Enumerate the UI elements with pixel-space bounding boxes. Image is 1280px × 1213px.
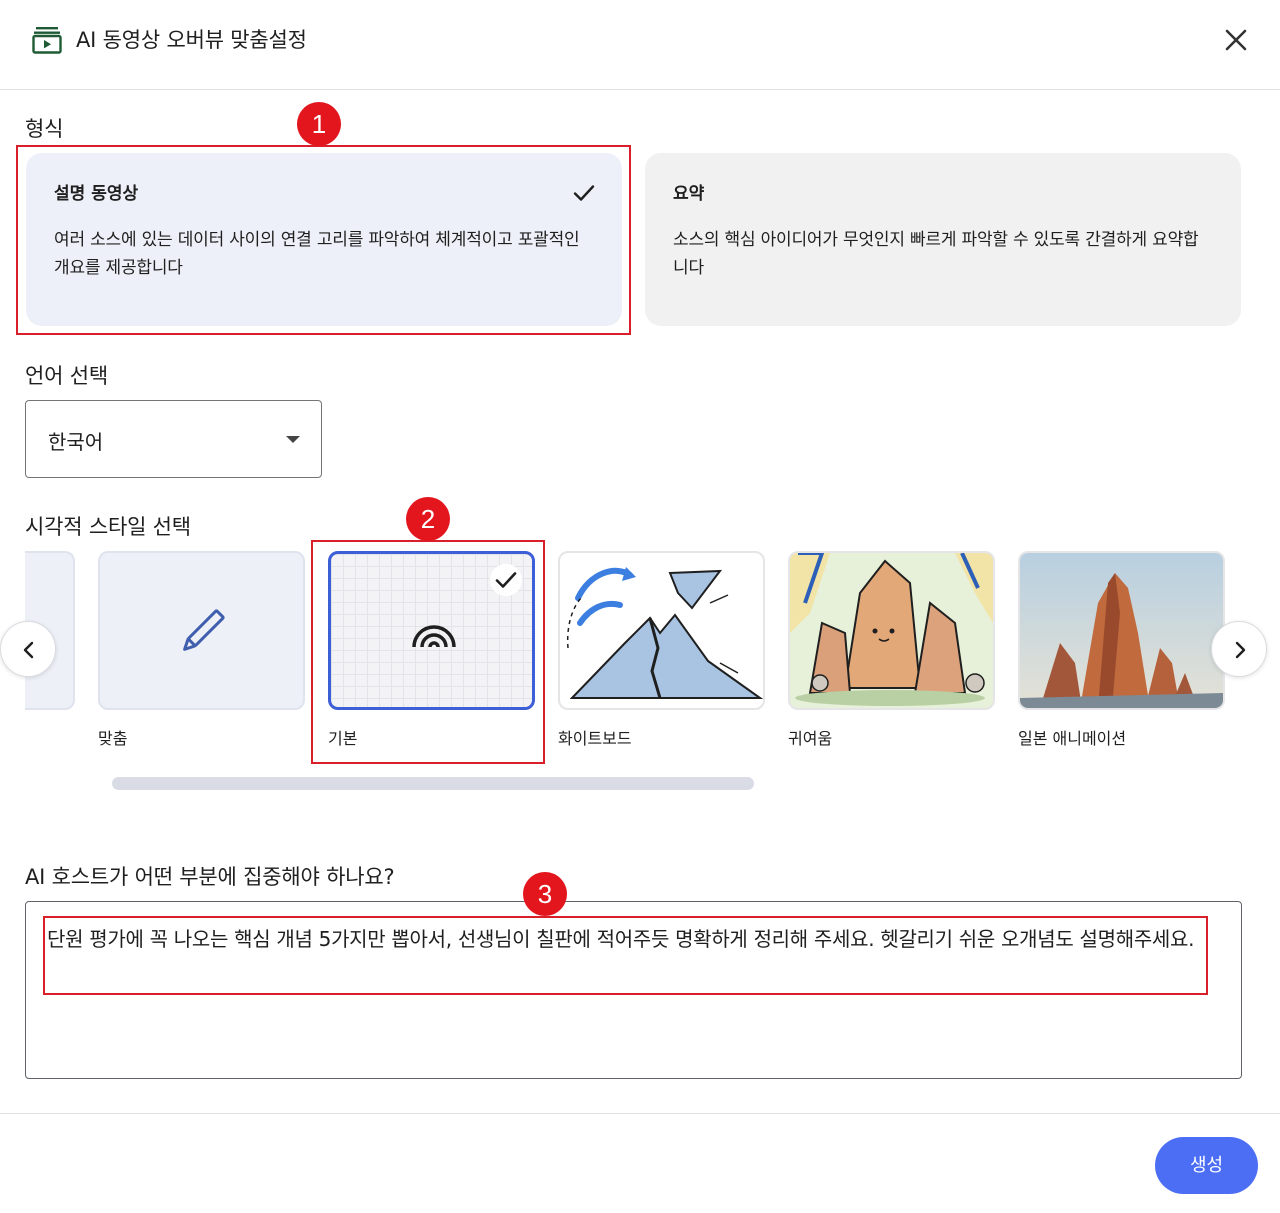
style-tile-label: 귀여움	[788, 729, 833, 748]
format-card-title: 설명 동영상	[54, 184, 139, 204]
format-card-summary[interactable]: 요약 소스의 핵심 아이디어가 무엇인지 빠르게 파악할 수 있도록 간결하게 …	[645, 153, 1241, 326]
focus-label: AI 호스트가 어떤 부분에 집중해야 하나요?	[25, 865, 395, 889]
format-card-explainer[interactable]: 설명 동영상 여러 소스에 있는 데이터 사이의 연결 고리를 파악하여 체계적…	[26, 153, 622, 326]
format-card-title: 요약	[673, 184, 705, 204]
annotation-badge-1: 1	[297, 102, 341, 146]
generate-button[interactable]: 생성	[1155, 1137, 1258, 1194]
style-tile-label: 일본 애니메이션	[1018, 729, 1127, 748]
style-tile-classic[interactable]	[328, 551, 535, 710]
check-icon	[495, 572, 517, 588]
annotation-badge-2: 2	[406, 497, 450, 541]
visual-style-label: 시각적 스타일 선택	[25, 515, 191, 539]
format-label: 형식	[25, 117, 64, 141]
whiteboard-mountain-illustration	[566, 567, 763, 699]
selected-check-badge	[490, 564, 522, 596]
style-tile-whiteboard[interactable]	[558, 551, 765, 710]
style-tile-label: 화이트보드	[558, 729, 632, 748]
language-select-value: 한국어	[48, 430, 104, 454]
style-tile-custom[interactable]	[98, 551, 305, 710]
carousel-next-button[interactable]	[1211, 621, 1267, 677]
format-card-desc: 소스의 핵심 아이디어가 무엇인지 빠르게 파악할 수 있도록 간결하게 요약합…	[673, 230, 1199, 278]
dialog-title: AI 동영상 오버뷰 맞춤설정	[76, 28, 307, 52]
focus-textarea-value: 단원 평가에 꼭 나오는 핵심 개념 5가지만 뽑아서, 선생님이 칠판에 적어…	[47, 927, 1195, 951]
video-stack-icon	[32, 27, 62, 54]
close-icon[interactable]	[1222, 26, 1250, 54]
annotation-badge-3: 3	[523, 872, 567, 916]
chevron-left-icon	[23, 641, 34, 659]
pencil-icon	[183, 609, 225, 651]
language-select[interactable]: 한국어	[25, 400, 322, 478]
check-icon	[573, 185, 595, 201]
carousel-scrollbar[interactable]	[112, 777, 754, 790]
style-tile-cute[interactable]	[788, 551, 995, 710]
style-tile-anime[interactable]	[1018, 551, 1225, 710]
style-tile-label: 기본	[328, 729, 358, 748]
style-carousel: 맞춤 기본 화이트보드 귀여움 일본 애니메이션	[25, 545, 1255, 770]
chevron-right-icon	[1235, 641, 1246, 659]
carousel-prev-button[interactable]	[0, 621, 56, 677]
dialog-header: AI 동영상 오버뷰 맞춤설정	[0, 0, 1280, 90]
anime-mountains-illustration	[1020, 573, 1223, 708]
cute-rocks-illustration	[790, 553, 993, 706]
style-tile-label: 맞춤	[98, 729, 128, 748]
footer-divider	[0, 1113, 1280, 1114]
format-card-desc: 여러 소스에 있는 데이터 사이의 연결 고리를 파악하여 체계적이고 포괄적인…	[54, 230, 580, 278]
language-label: 언어 선택	[25, 364, 108, 388]
dropdown-caret-icon	[286, 436, 300, 443]
